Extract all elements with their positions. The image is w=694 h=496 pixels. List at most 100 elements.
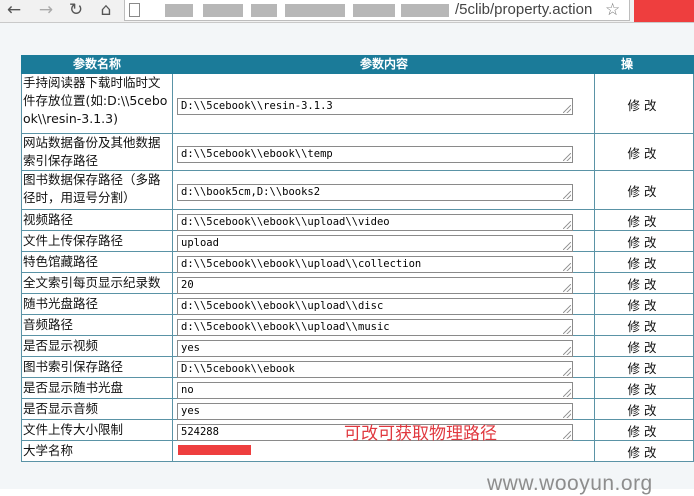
param-value-text: d:\\5cebook\\ebook\\temp bbox=[181, 148, 333, 160]
reload-icon[interactable]: ↻ bbox=[66, 0, 86, 20]
operation-cell: 修改 bbox=[595, 252, 694, 272]
resize-grip-icon[interactable] bbox=[563, 284, 571, 292]
param-value-cell: d:\\5cebook\\ebook\\upload\\disc bbox=[173, 294, 595, 315]
param-value-field[interactable]: no bbox=[177, 382, 573, 399]
param-value-field[interactable]: yes bbox=[177, 403, 573, 420]
param-name: 网站数据备份及其他数据索引保存路径 bbox=[23, 135, 161, 168]
param-value-field[interactable]: upload bbox=[177, 235, 573, 252]
param-value-cell: d:\\5cebook\\ebook\\temp bbox=[173, 134, 595, 170]
back-icon[interactable]: ← bbox=[4, 0, 24, 20]
modify-link[interactable]: 修改 bbox=[595, 316, 693, 335]
modify-link[interactable]: 修改 bbox=[595, 358, 693, 377]
param-value-text: d:\\5cebook\\ebook\\upload\\music bbox=[181, 321, 390, 333]
modify-link[interactable]: 修改 bbox=[595, 442, 693, 461]
home-icon[interactable]: ⌂ bbox=[96, 0, 116, 20]
table-row: 网站数据备份及其他数据索引保存路径 d:\\5cebook\\ebook\\tem… bbox=[21, 134, 694, 171]
resize-grip-icon[interactable] bbox=[563, 263, 571, 271]
modify-link[interactable]: 修改 bbox=[595, 295, 693, 314]
param-name-cell: 是否显示随书光盘 bbox=[21, 378, 173, 398]
param-value-text: 524288 bbox=[181, 426, 219, 438]
param-value-cell: D:\\5cebook\\ebook bbox=[173, 357, 595, 378]
operation-cell: 修改 bbox=[595, 378, 694, 398]
table-row: 是否显示随书光盘 no 修改 bbox=[21, 378, 694, 399]
param-value-text: yes bbox=[181, 405, 200, 417]
modify-link[interactable]: 修改 bbox=[595, 421, 693, 440]
operation-cell: 修改 bbox=[595, 399, 694, 419]
param-value-text: D:\\5cebook\\ebook bbox=[181, 363, 295, 375]
resize-grip-icon[interactable] bbox=[563, 389, 571, 397]
param-value-field[interactable]: yes bbox=[177, 340, 573, 357]
table-row: 全文索引每页显示纪录数 20 修改 bbox=[21, 273, 694, 294]
resize-grip-icon[interactable] bbox=[563, 105, 571, 113]
modify-link[interactable]: 修改 bbox=[595, 232, 693, 251]
resize-grip-icon[interactable] bbox=[563, 221, 571, 229]
page-content: 参数名称 参数内容 操 手持阅读器下载时临时文件存放位置(如:D:\\5cebo… bbox=[0, 23, 694, 495]
resize-grip-icon[interactable] bbox=[563, 326, 571, 334]
param-name: 是否显示随书光盘 bbox=[23, 380, 124, 395]
param-value-field[interactable]: 20 bbox=[177, 277, 573, 294]
address-bar[interactable]: /5clib/property.action bbox=[124, 0, 630, 21]
param-value-cell bbox=[173, 441, 595, 461]
param-name-cell: 文件上传大小限制 bbox=[21, 420, 173, 440]
resize-grip-icon[interactable] bbox=[563, 191, 571, 199]
redaction-block bbox=[634, 0, 694, 22]
modify-link[interactable]: 修改 bbox=[595, 95, 693, 114]
modify-link[interactable]: 修改 bbox=[595, 274, 693, 293]
resize-grip-icon[interactable] bbox=[563, 305, 571, 313]
param-name: 视频路径 bbox=[23, 212, 74, 227]
redaction-block bbox=[178, 445, 251, 455]
table-row: 是否显示视频 yes 修改 bbox=[21, 336, 694, 357]
modify-link[interactable]: 修改 bbox=[595, 211, 693, 230]
table-row: 音频路径 d:\\5cebook\\ebook\\upload\\music 修改 bbox=[21, 315, 694, 336]
modify-link[interactable]: 修改 bbox=[595, 379, 693, 398]
operation-cell: 修改 bbox=[595, 294, 694, 314]
operation-cell: 修改 bbox=[595, 420, 694, 440]
param-value-cell: D:\\5cebook\\resin-3.1.3 bbox=[173, 74, 595, 133]
table-row: 随书光盘路径 d:\\5cebook\\ebook\\upload\\disc 修改 bbox=[21, 294, 694, 315]
header-operation-label: 操 bbox=[621, 57, 634, 71]
param-value-text: yes bbox=[181, 342, 200, 354]
page-icon bbox=[129, 3, 140, 17]
param-value-field[interactable]: d:\\book5cm,D:\\books2 bbox=[177, 184, 573, 201]
param-value-field[interactable]: d:\\5cebook\\ebook\\upload\\video bbox=[177, 214, 573, 231]
annotation-text: 可改可获取物理路径 bbox=[344, 424, 497, 444]
forward-icon[interactable]: → bbox=[36, 0, 56, 20]
operation-cell: 修改 bbox=[595, 231, 694, 251]
param-value-cell: yes bbox=[173, 399, 595, 420]
modify-link[interactable]: 修改 bbox=[595, 400, 693, 419]
header-param-name: 参数名称 bbox=[21, 55, 173, 74]
param-name: 是否显示音频 bbox=[23, 401, 99, 416]
param-value-cell: yes bbox=[173, 336, 595, 357]
resize-grip-icon[interactable] bbox=[563, 347, 571, 355]
param-value-field[interactable]: d:\\5cebook\\ebook\\upload\\disc bbox=[177, 298, 573, 315]
param-value-cell: d:\\5cebook\\ebook\\upload\\collection bbox=[173, 252, 595, 273]
bookmark-star-icon[interactable]: ☆ bbox=[605, 0, 620, 20]
param-value-field[interactable]: d:\\5cebook\\ebook\\temp bbox=[177, 146, 573, 163]
operation-cell: 修改 bbox=[595, 315, 694, 335]
resize-grip-icon[interactable] bbox=[563, 410, 571, 418]
param-value-text: d:\\5cebook\\ebook\\upload\\disc bbox=[181, 300, 384, 312]
param-name-cell: 文件上传保存路径 bbox=[21, 231, 173, 251]
resize-grip-icon[interactable] bbox=[563, 368, 571, 376]
resize-grip-icon[interactable] bbox=[563, 153, 571, 161]
modify-link[interactable]: 修改 bbox=[595, 143, 693, 162]
operation-cell: 修改 bbox=[595, 134, 694, 170]
param-value-text: d:\\book5cm,D:\\books2 bbox=[181, 186, 321, 198]
operation-cell: 修改 bbox=[595, 336, 694, 356]
param-value-text: d:\\5cebook\\ebook\\upload\\video bbox=[181, 216, 390, 228]
modify-link[interactable]: 修改 bbox=[595, 181, 693, 200]
param-value-field[interactable]: D:\\5cebook\\resin-3.1.3 bbox=[177, 98, 573, 115]
operation-cell: 修改 bbox=[595, 273, 694, 293]
table-row: 大学名称 修改 bbox=[21, 441, 694, 462]
resize-grip-icon[interactable] bbox=[563, 242, 571, 250]
param-value-field[interactable]: D:\\5cebook\\ebook bbox=[177, 361, 573, 378]
param-value-field[interactable]: d:\\5cebook\\ebook\\upload\\music bbox=[177, 319, 573, 336]
modify-link[interactable]: 修改 bbox=[595, 337, 693, 356]
param-value-field[interactable]: d:\\5cebook\\ebook\\upload\\collection bbox=[177, 256, 573, 273]
param-name-cell: 随书光盘路径 bbox=[21, 294, 173, 314]
browser-toolbar: ← → ↻ ⌂ /5clib/property.action ☆ bbox=[0, 0, 694, 23]
param-name-cell: 音频路径 bbox=[21, 315, 173, 335]
modify-link[interactable]: 修改 bbox=[595, 253, 693, 272]
resize-grip-icon[interactable] bbox=[563, 431, 571, 439]
param-name-cell: 全文索引每页显示纪录数 bbox=[21, 273, 173, 293]
